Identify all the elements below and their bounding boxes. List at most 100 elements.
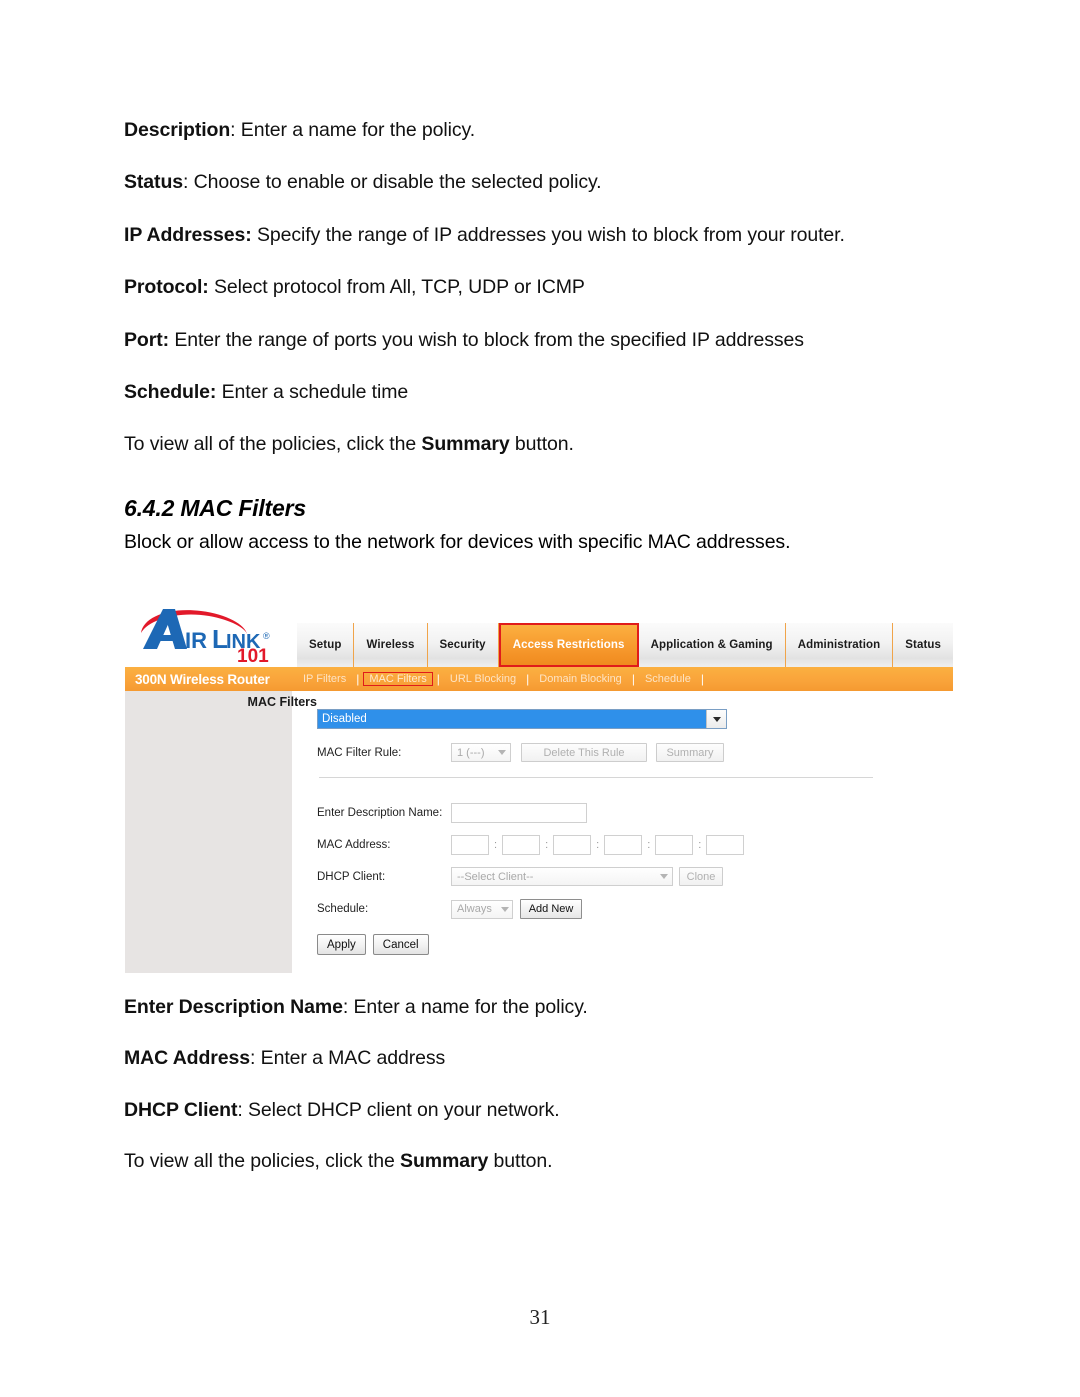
mac-filter-mode-value: Disabled (318, 710, 706, 728)
summary-note-lower-bold: Summary (400, 1150, 489, 1173)
summary-note-upper-pre: To view all of the policies, click the (124, 433, 422, 456)
mac-separator-1: : (494, 839, 498, 851)
subnav-item-domain-blocking[interactable]: Domain Blocking (533, 672, 628, 686)
clone-button[interactable]: Clone (679, 867, 723, 886)
chevron-down-icon[interactable] (656, 874, 672, 879)
paragraph-summary-note-lower: To view all the policies, click the Summ… (124, 1149, 964, 1173)
mac-octet-6[interactable] (706, 835, 745, 855)
description-name-row: Enter Description Name: (317, 803, 587, 823)
dhcp-client-label: DHCP Client: (317, 870, 386, 883)
router-model-label: 300N Wireless Router (135, 671, 270, 687)
paragraph-status-term: Status (124, 171, 183, 194)
dhcp-client-row: DHCP Client: --Select Client-- Clone (317, 867, 723, 886)
router-content-area: MAC Filters Disabled MAC Filter Rule: 1 … (125, 691, 953, 973)
mac-octet-2[interactable] (502, 835, 541, 855)
delete-this-rule-button[interactable]: Delete This Rule (521, 743, 647, 762)
paragraph-description-text: : Enter a name for the policy. (230, 119, 476, 141)
schedule-value: Always (457, 903, 492, 915)
subnav-item-ip-filters[interactable]: IP Filters (297, 672, 352, 686)
tab-access-restrictions[interactable]: Access Restrictions (498, 623, 639, 667)
summary-button[interactable]: Summary (656, 743, 724, 762)
router-model-subnav-bar: 300N Wireless Router IP Filters | MAC Fi… (125, 667, 953, 691)
paragraph-port: Port: Enter the range of ports you wish … (124, 328, 964, 352)
tab-application-and-gaming[interactable]: Application & Gaming (639, 623, 786, 667)
router-primary-tabs[interactable]: Setup Wireless Security Access Restricti… (297, 623, 953, 667)
tab-setup[interactable]: Setup (297, 623, 355, 667)
apply-button[interactable]: Apply (317, 934, 366, 955)
chevron-down-icon[interactable] (706, 710, 726, 728)
subnav-item-mac-filters[interactable]: MAC Filters (363, 672, 433, 686)
paragraph-enter-description-name-term: Enter Description Name (124, 996, 343, 1018)
summary-note-lower-post: button. (488, 1150, 553, 1173)
airlink-101-logo: IR L INK ® 101 (135, 603, 295, 667)
router-header: IR L INK ® 101 Setup Wireless Security A… (125, 601, 953, 667)
mac-filter-rule-label: MAC Filter Rule: (317, 746, 402, 759)
summary-note-upper-post: button. (509, 433, 574, 456)
paragraph-description-term: Description (124, 119, 231, 141)
subnav-separator-2: | (436, 672, 440, 686)
paragraph-status: Status: Choose to enable or disable the … (124, 170, 964, 194)
summary-note-upper-bold: Summary (421, 433, 510, 456)
router-sidebar (125, 691, 292, 973)
mac-filter-rule-value: 1 (---) (457, 746, 485, 759)
svg-text:101: 101 (237, 646, 269, 663)
subnav-separator-3: | (526, 672, 530, 686)
paragraph-protocol-text: Select protocol from All, TCP, UDP or IC… (208, 276, 585, 299)
paragraph-protocol-term: Protocol: (124, 276, 209, 299)
mac-separator-4: : (647, 839, 651, 851)
mac-filter-rule-select[interactable]: 1 (---) (451, 743, 511, 762)
paragraph-ip-addresses-text: Specify the range of IP addresses you wi… (251, 223, 845, 246)
paragraph-dhcp-client-term: DHCP Client (124, 1098, 238, 1121)
chevron-down-icon[interactable] (494, 750, 510, 755)
document-upper-text: Description: Enter a name for the policy… (124, 118, 964, 554)
paragraph-protocol: Protocol: Select protocol from All, TCP,… (124, 275, 964, 299)
router-secondary-nav[interactable]: IP Filters | MAC Filters | URL Blocking … (297, 667, 708, 691)
paragraph-ip-addresses: IP Addresses: Specify the range of IP ad… (124, 223, 964, 247)
dhcp-client-select[interactable]: --Select Client-- (451, 867, 673, 886)
mac-octet-3[interactable] (553, 835, 592, 855)
description-name-label: Enter Description Name: (317, 807, 443, 819)
tab-wireless[interactable]: Wireless (354, 623, 428, 667)
paragraph-mac-address: MAC Address: Enter a MAC address (124, 1046, 964, 1070)
chevron-down-icon[interactable] (498, 906, 512, 912)
paragraph-enter-description-name-text: : Enter a name for the policy. (342, 996, 588, 1018)
paragraph-status-text: : Choose to enable or disable the select… (183, 171, 602, 194)
summary-note-lower-pre: To view all the policies, click the (124, 1150, 401, 1173)
description-name-input[interactable] (451, 803, 587, 823)
subnav-item-schedule[interactable]: Schedule (639, 672, 697, 686)
tab-status[interactable]: Status (893, 623, 953, 667)
schedule-row: Schedule: Always Add New (317, 899, 582, 919)
mac-separator-5: : (698, 839, 702, 851)
svg-text:IR: IR (185, 628, 207, 653)
mac-octet-4[interactable] (604, 835, 643, 855)
paragraph-port-term: Port: (124, 328, 169, 351)
tab-administration[interactable]: Administration (786, 623, 894, 667)
paragraph-dhcp-client-text: : Select DHCP client on your network. (237, 1098, 560, 1121)
paragraph-enter-description-name: Enter Description Name: Enter a name for… (124, 995, 964, 1019)
subnav-separator-4: | (631, 672, 635, 686)
paragraph-mac-address-term: MAC Address (124, 1047, 251, 1070)
tab-security[interactable]: Security (428, 623, 499, 667)
paragraph-summary-note-upper: To view all of the policies, click the S… (124, 432, 964, 456)
document-lower-text: Enter Description Name: Enter a name for… (124, 995, 964, 1174)
paragraph-schedule: Schedule: Enter a schedule time (124, 380, 964, 404)
mac-address-row: MAC Address: : : : : : (317, 835, 745, 855)
schedule-select[interactable]: Always (451, 899, 513, 919)
paragraph-mac-address-text: : Enter a MAC address (250, 1047, 446, 1070)
router-admin-screenshot: IR L INK ® 101 Setup Wireless Security A… (125, 601, 953, 973)
add-new-button[interactable]: Add New (520, 899, 582, 919)
mac-address-label: MAC Address: (317, 839, 391, 851)
mac-octet-5[interactable] (655, 835, 694, 855)
paragraph-schedule-text: Enter a schedule time (216, 380, 409, 403)
section-heading: 6.4.2 MAC Filters (124, 494, 306, 521)
mac-filter-mode-select[interactable]: Disabled (317, 709, 727, 729)
dhcp-client-value: --Select Client-- (457, 870, 534, 883)
subnav-separator-5: | (700, 672, 704, 686)
paragraph-port-text: Enter the range of ports you wish to blo… (169, 328, 804, 351)
subnav-separator-1: | (356, 672, 360, 686)
page-number: 31 (529, 1305, 551, 1329)
cancel-button[interactable]: Cancel (372, 934, 429, 955)
mac-octet-1[interactable] (451, 835, 489, 855)
subnav-item-url-blocking[interactable]: URL Blocking (444, 672, 522, 686)
mac-separator-3: : (596, 839, 600, 851)
